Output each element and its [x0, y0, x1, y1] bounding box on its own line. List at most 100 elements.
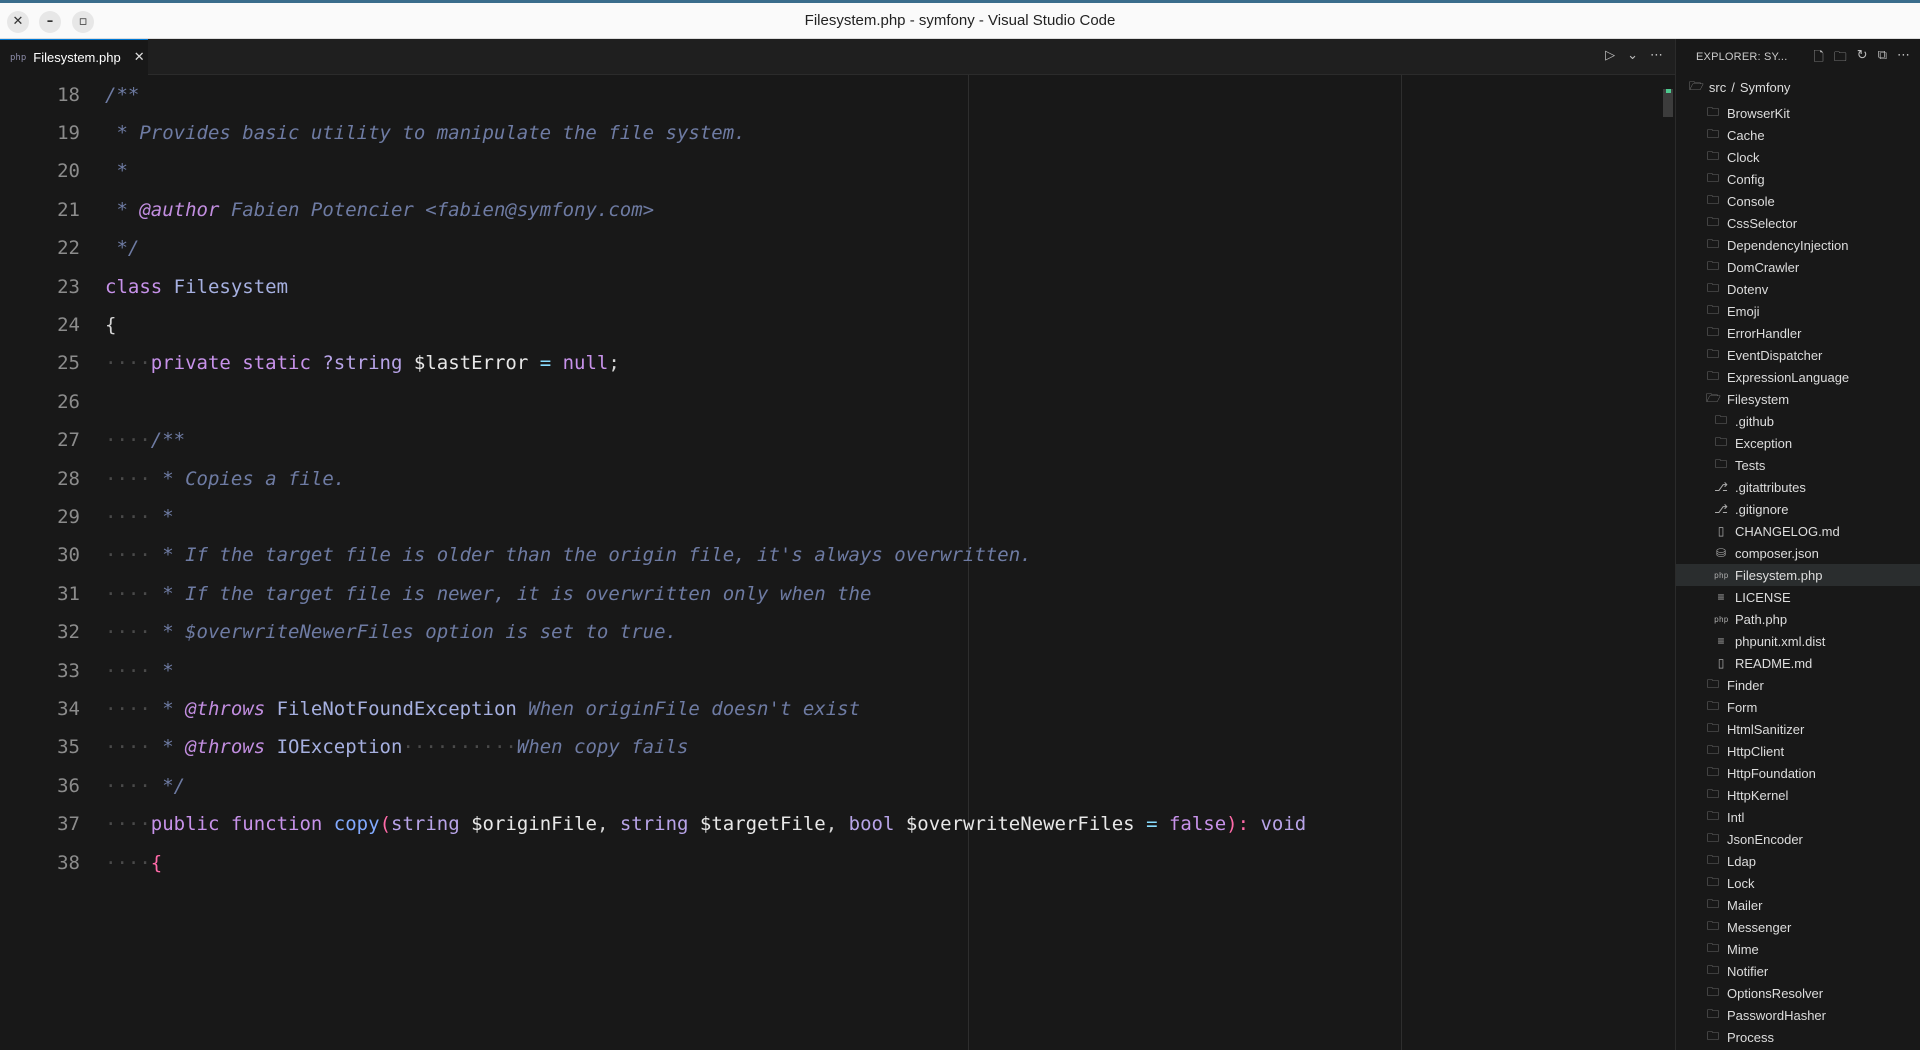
- explorer-item[interactable]: ≡ phpunit.xml.dist: [1676, 630, 1920, 652]
- more-actions-icon[interactable]: ⋯: [1650, 48, 1663, 63]
- explorer-item[interactable]: 🗀 HttpFoundation: [1676, 762, 1920, 784]
- folder-icon: 🗀: [1706, 1006, 1719, 1021]
- line-number: 35: [57, 736, 80, 759]
- explorer-item[interactable]: 🗀 Dotenv: [1676, 278, 1920, 300]
- code-token: ?string: [322, 352, 414, 375]
- explorer-item[interactable]: ⎇ .gitattributes: [1676, 476, 1920, 498]
- explorer-item-label: Path.php: [1735, 611, 1788, 627]
- collapse-all-icon[interactable]: ⧉: [1878, 48, 1887, 70]
- explorer-item-label: HttpFoundation: [1727, 765, 1816, 781]
- explorer-item[interactable]: 🗀 Config: [1676, 168, 1920, 190]
- code-token: ,: [825, 813, 849, 836]
- code-text: ····/**: [105, 429, 185, 451]
- code-text: *: [105, 160, 128, 183]
- explorer-item[interactable]: 🗀 Cache: [1676, 124, 1920, 146]
- code-token: *: [150, 736, 186, 759]
- new-file-icon[interactable]: 🗋: [1813, 48, 1823, 70]
- explorer-item[interactable]: 🗀 Intl: [1676, 806, 1920, 828]
- line-number: 38: [57, 851, 80, 874]
- code-token: Fabien Potencier <fabien@symfony.com>: [219, 198, 655, 221]
- explorer-item[interactable]: 🗀 JsonEncoder: [1676, 828, 1920, 850]
- explorer-item[interactable]: 🗀 Messenger: [1676, 916, 1920, 938]
- explorer-item[interactable]: 🗀 BrowserKit: [1676, 102, 1920, 124]
- code-line[interactable]: 38 ····{: [0, 839, 1660, 886]
- explorer-item[interactable]: 🗀 CssSelector: [1676, 212, 1920, 234]
- breadcrumb-src[interactable]: src: [1709, 80, 1726, 95]
- explorer-item[interactable]: 🗀 ErrorHandler: [1676, 322, 1920, 344]
- code-token: /**: [150, 429, 186, 452]
- explorer-item-label: JsonEncoder: [1727, 831, 1803, 847]
- explorer-item-label: composer.json: [1735, 545, 1819, 561]
- explorer-item[interactable]: 🗀 Exception: [1676, 432, 1920, 454]
- code-token: false: [1168, 813, 1227, 836]
- explorer-item-label: Cache: [1727, 127, 1765, 143]
- explorer-item[interactable]: 🗀 Clock: [1676, 146, 1920, 168]
- explorer-item[interactable]: php Filesystem.php: [1676, 564, 1920, 586]
- code-token: ····: [105, 582, 151, 605]
- explorer-item[interactable]: 🗀 Mailer: [1676, 894, 1920, 916]
- explorer-item[interactable]: 🗀 HttpKernel: [1676, 784, 1920, 806]
- explorer-item[interactable]: 🗀 PasswordHasher: [1676, 1004, 1920, 1026]
- explorer-item[interactable]: 🗀 EventDispatcher: [1676, 344, 1920, 366]
- explorer-item[interactable]: 🗀 ExpressionLanguage: [1676, 366, 1920, 388]
- explorer-item[interactable]: 🗀 DependencyInjection: [1676, 234, 1920, 256]
- explorer-item[interactable]: 🗀 Mime: [1676, 938, 1920, 960]
- code-token: ;: [608, 352, 620, 375]
- more-actions-icon[interactable]: ⋯: [1897, 48, 1910, 70]
- new-folder-icon[interactable]: 🗀: [1834, 48, 1847, 70]
- explorer-item-label: Intl: [1727, 809, 1745, 825]
- explorer-item[interactable]: ▯ README.md: [1676, 652, 1920, 674]
- explorer-item-label: LICENSE: [1735, 589, 1791, 605]
- explorer-item[interactable]: ⛁ composer.json: [1676, 542, 1920, 564]
- explorer-item[interactable]: 🗀 HttpClient: [1676, 740, 1920, 762]
- explorer-item[interactable]: ≡ LICENSE: [1676, 586, 1920, 608]
- code-token: copy: [333, 813, 380, 836]
- tab-filesystem-php[interactable]: php Filesystem.php ✕: [0, 39, 148, 75]
- explorer-item[interactable]: 🗀 Process: [1676, 1026, 1920, 1048]
- explorer-item[interactable]: 🗀 Emoji: [1676, 300, 1920, 322]
- explorer-item[interactable]: 🗀 Ldap: [1676, 850, 1920, 872]
- refresh-icon[interactable]: ↻: [1857, 48, 1868, 70]
- code-token: ····: [105, 697, 151, 720]
- explorer-item[interactable]: 🗀 DomCrawler: [1676, 256, 1920, 278]
- explorer-item[interactable]: 🗀 OptionsResolver: [1676, 982, 1920, 1004]
- explorer-item[interactable]: 🗀 Lock: [1676, 872, 1920, 894]
- code-editor[interactable]: 18 /** 19 * Provides basic utility to mani…: [0, 75, 1675, 1050]
- breadcrumb[interactable]: 🗁 src / Symfony: [1689, 77, 1790, 98]
- explorer-item[interactable]: ⎇ .gitignore: [1676, 498, 1920, 520]
- code-token: string: [391, 813, 472, 836]
- code-token: $lastError: [413, 352, 529, 375]
- explorer-item[interactable]: 🗀 Console: [1676, 190, 1920, 212]
- folder-icon: 🗀: [1714, 434, 1727, 449]
- folder-icon: 🗀: [1706, 940, 1719, 955]
- explorer-item-label: Emoji: [1727, 303, 1760, 319]
- explorer-item[interactable]: 🗀 HtmlSanitizer: [1676, 718, 1920, 740]
- line-number: 36: [57, 774, 80, 797]
- explorer-item[interactable]: 🗀 .github: [1676, 410, 1920, 432]
- explorer-item[interactable]: ▯ CHANGELOG.md: [1676, 520, 1920, 542]
- scrollbar-slider[interactable]: [1663, 89, 1673, 117]
- explorer-item[interactable]: 🗀 Notifier: [1676, 960, 1920, 982]
- explorer-item[interactable]: 🗀 Finder: [1676, 674, 1920, 696]
- explorer-item[interactable]: 🗀 Tests: [1676, 454, 1920, 476]
- code-token: =: [1134, 813, 1169, 836]
- code-token: ····: [105, 774, 151, 797]
- explorer-item-label: CHANGELOG.md: [1735, 523, 1840, 539]
- code-token: *: [105, 160, 128, 183]
- explorer-item[interactable]: 🗀 Form: [1676, 696, 1920, 718]
- breadcrumb-symfony[interactable]: Symfony: [1740, 80, 1791, 95]
- explorer-item[interactable]: 🗁 Filesystem: [1676, 388, 1920, 410]
- code-token: @throws: [185, 697, 266, 720]
- explorer-item-label: Ldap: [1727, 853, 1756, 869]
- line-number: 26: [57, 390, 80, 413]
- code-text: ···· * @throws IOException··········When…: [105, 736, 688, 758]
- code-token: * Copies a file.: [150, 467, 346, 490]
- close-icon[interactable]: ✕: [134, 50, 145, 65]
- explorer-item-label: EventDispatcher: [1727, 347, 1823, 363]
- chevron-down-icon[interactable]: ⌄: [1627, 48, 1638, 63]
- run-icon[interactable]: ▷: [1605, 48, 1615, 63]
- folder-icon: 🗀: [1706, 170, 1719, 185]
- code-token: IOException: [265, 736, 403, 759]
- code-text: ····private static ?string $lastError = …: [105, 352, 620, 374]
- explorer-item[interactable]: php Path.php: [1676, 608, 1920, 630]
